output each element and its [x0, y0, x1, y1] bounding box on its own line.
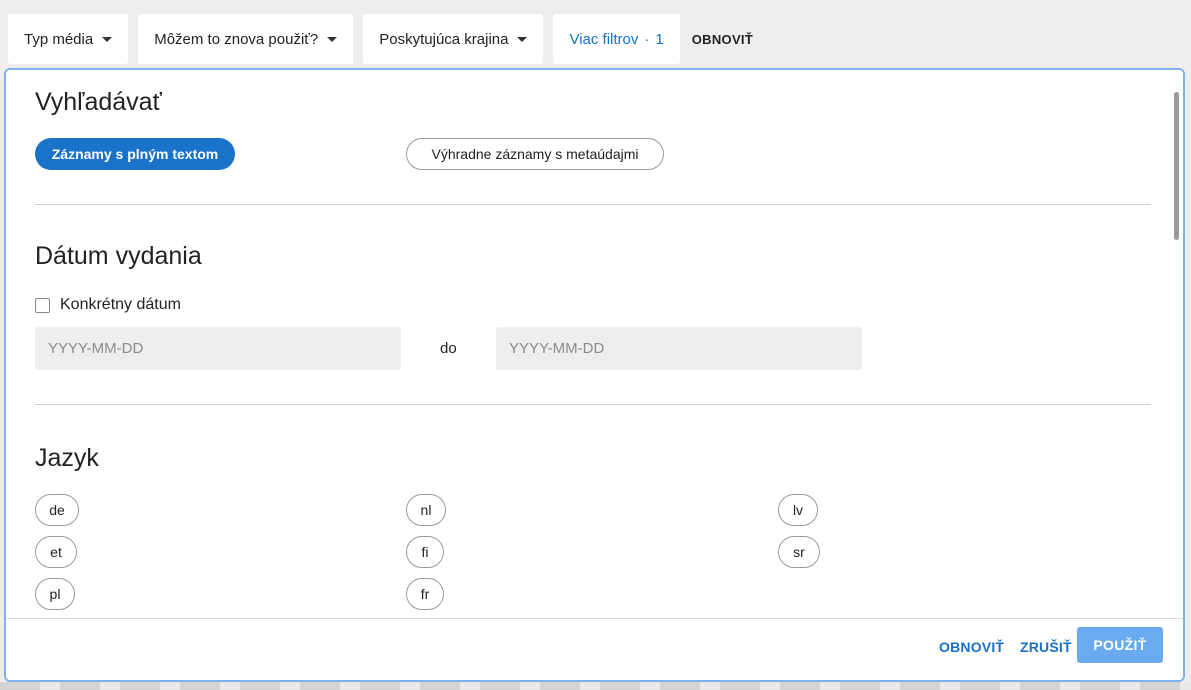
- section-divider: [35, 404, 1151, 405]
- caret-down-icon: [102, 36, 113, 42]
- date-section-title: Dátum vydania: [35, 242, 202, 270]
- date-range-separator: do: [440, 340, 457, 357]
- panel-footer: OBNOVIŤ ZRUŠIŤ POUŽIŤ: [6, 618, 1183, 680]
- background-page-strip: [0, 682, 1191, 690]
- specific-date-checkbox[interactable]: [35, 297, 50, 313]
- caret-down-icon: [517, 36, 528, 42]
- scrollbar-thumb[interactable]: [1174, 92, 1179, 240]
- more-filters-button[interactable]: Viac filtrov · 1: [553, 14, 680, 64]
- search-section: Vyhľadávať: [35, 88, 1151, 117]
- language-option-et[interactable]: et: [35, 536, 77, 568]
- more-filters-count: 1: [655, 30, 664, 48]
- reset-filters-link[interactable]: OBNOVIŤ: [690, 32, 755, 47]
- language-option-nl[interactable]: nl: [406, 494, 446, 526]
- search-section-title: Vyhľadávať: [35, 88, 162, 116]
- caret-down-icon: [327, 36, 338, 42]
- date-to-input[interactable]: [496, 327, 862, 370]
- reuse-label: Môžem to znova použiť?: [154, 30, 319, 48]
- language-section: Jazyk: [35, 444, 1151, 473]
- media-type-label: Typ média: [24, 30, 94, 48]
- language-option-pl[interactable]: pl: [35, 578, 75, 610]
- date-section: Dátum vydania: [35, 242, 1151, 271]
- footer-cancel-button[interactable]: ZRUŠIŤ: [1020, 639, 1072, 655]
- date-from-input[interactable]: [35, 327, 401, 370]
- language-section-title: Jazyk: [35, 444, 99, 472]
- country-label: Poskytujúca krajina: [379, 30, 509, 48]
- fulltext-records-option[interactable]: Záznamy s plným textom: [35, 138, 235, 170]
- reuse-dropdown[interactable]: Môžem to znova použiť?: [138, 14, 354, 64]
- metadata-only-option[interactable]: Výhradne záznamy s metaúdajmi: [406, 138, 664, 170]
- section-divider: [35, 204, 1151, 205]
- panel-content: Vyhľadávať Záznamy s plným textom Výhrad…: [6, 70, 1171, 618]
- more-filters-panel: Vyhľadávať Záznamy s plným textom Výhrad…: [4, 68, 1185, 682]
- apply-button[interactable]: POUŽIŤ: [1077, 627, 1163, 663]
- media-type-dropdown[interactable]: Typ média: [8, 14, 129, 64]
- panel-scrollbar[interactable]: [1173, 84, 1179, 618]
- country-dropdown[interactable]: Poskytujúca krajina: [363, 14, 544, 64]
- specific-date-row[interactable]: Konkrétny dátum: [35, 296, 181, 314]
- language-option-fr[interactable]: fr: [406, 578, 444, 610]
- separator-dot: ·: [644, 30, 650, 48]
- language-option-sr[interactable]: sr: [778, 536, 820, 568]
- language-option-fi[interactable]: fi: [406, 536, 444, 568]
- more-filters-label: Viac filtrov: [569, 30, 639, 48]
- language-option-lv[interactable]: lv: [778, 494, 818, 526]
- footer-reset-button[interactable]: OBNOVIŤ: [939, 639, 1004, 655]
- filter-bar: Typ média Môžem to znova použiť? Poskytu…: [8, 14, 755, 64]
- specific-date-label: Konkrétny dátum: [60, 296, 181, 313]
- language-option-de[interactable]: de: [35, 494, 79, 526]
